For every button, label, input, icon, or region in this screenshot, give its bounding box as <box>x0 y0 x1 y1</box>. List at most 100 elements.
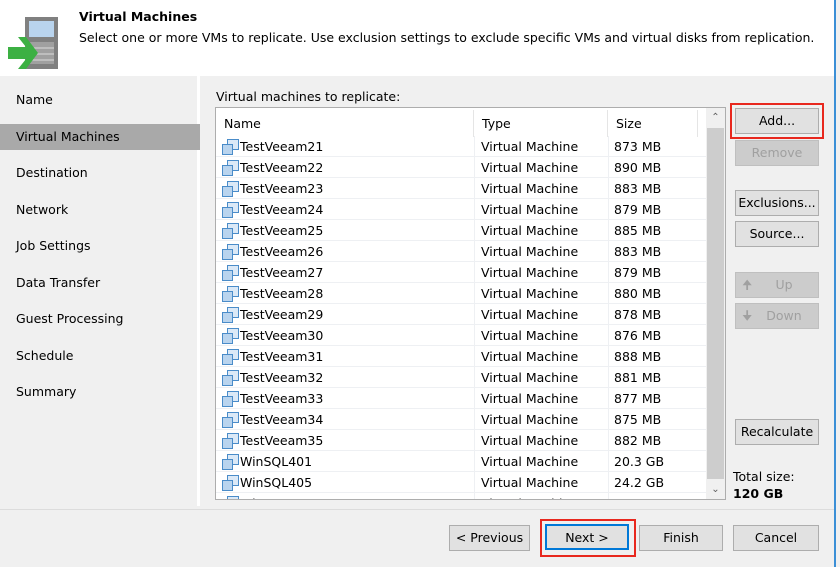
column-divider <box>608 178 609 198</box>
step-data-transfer[interactable]: Data Transfer <box>0 270 200 296</box>
vm-type: Virtual Machine <box>481 139 579 154</box>
column-divider <box>474 325 475 345</box>
column-divider <box>608 367 609 387</box>
column-divider <box>474 388 475 408</box>
vm-name-text: TestVeeam29 <box>240 307 324 322</box>
down-label: Down <box>766 308 802 323</box>
vm-icon <box>222 475 239 491</box>
column-divider <box>474 430 475 450</box>
column-divider <box>474 493 475 499</box>
vm-type: Virtual Machine <box>481 181 579 196</box>
vm-row[interactable]: TestVeeam26 Virtual Machine 883 MB <box>216 241 706 262</box>
vm-size: 883 MB <box>614 244 662 259</box>
vm-type: Virtual Machine <box>481 328 579 343</box>
column-divider <box>474 241 475 261</box>
step-summary[interactable]: Summary <box>0 379 200 405</box>
up-label: Up <box>775 277 793 292</box>
step-network[interactable]: Network <box>0 197 200 223</box>
vertical-scrollbar[interactable]: ⌃ ⌄ <box>706 108 725 499</box>
down-button[interactable]: 🠋 Down <box>735 303 819 329</box>
column-divider <box>608 472 609 492</box>
vm-row[interactable]: TestVeeam23 Virtual Machine 883 MB <box>216 178 706 199</box>
vm-row[interactable]: TestVeeam29 Virtual Machine 878 MB <box>216 304 706 325</box>
vm-rows: TestVeeam21 Virtual Machine 873 MB TestVeea… <box>216 136 706 499</box>
vm-size: 879 MB <box>614 265 662 280</box>
vm-name-text: TestVeeam21 <box>240 139 324 154</box>
scroll-up-icon[interactable]: ⌃ <box>706 109 725 127</box>
step-destination[interactable]: Destination <box>0 160 200 186</box>
vm-name: TestVeeam22 <box>222 157 323 178</box>
vm-name-text: WinSQL405 <box>240 475 313 490</box>
source-button[interactable]: Source... <box>735 221 819 247</box>
column-header-name[interactable]: Name <box>216 110 474 137</box>
vm-size: 880 MB <box>614 286 662 301</box>
recalculate-button[interactable]: Recalculate <box>735 419 819 445</box>
step-schedule[interactable]: Schedule <box>0 343 200 369</box>
vm-name: WinSQL405 <box>222 472 312 493</box>
vm-type: Virtual Machine <box>481 286 579 301</box>
scroll-down-icon[interactable]: ⌄ <box>706 481 725 499</box>
column-divider <box>608 493 609 499</box>
add-highlight <box>730 103 824 139</box>
exclusions-button[interactable]: Exclusions... <box>735 190 819 216</box>
vm-name-text: TestVeeam34 <box>240 412 324 427</box>
vm-name-text: TestVeeam23 <box>240 181 324 196</box>
scrollbar-thumb[interactable] <box>707 128 724 479</box>
step-virtual-machines[interactable]: Virtual Machines <box>0 124 200 150</box>
column-divider <box>474 409 475 429</box>
vm-type: Virtual Machine <box>481 412 579 427</box>
vm-row[interactable]: TestVeeam21 Virtual Machine 873 MB <box>216 136 706 157</box>
remove-button[interactable]: Remove <box>735 140 819 166</box>
column-divider <box>608 430 609 450</box>
step-job-settings[interactable]: Job Settings <box>0 233 200 259</box>
vm-row[interactable]: TestVeeam24 Virtual Machine 879 MB <box>216 199 706 220</box>
finish-button[interactable]: Finish <box>639 525 723 551</box>
vm-row[interactable]: TestVeeam34 Virtual Machine 875 MB <box>216 409 706 430</box>
vm-row[interactable]: TestVeeam33 Virtual Machine 877 MB <box>216 388 706 409</box>
vm-size: 20.3 GB <box>614 454 665 469</box>
vm-row[interactable]: TestVeeam35 Virtual Machine 882 MB <box>216 430 706 451</box>
vm-name: WinSQL401 <box>222 451 312 472</box>
column-divider <box>474 472 475 492</box>
vm-type: Virtual Machine <box>481 454 579 469</box>
vm-name-text: WinSQL404 <box>240 496 312 499</box>
column-header-size[interactable]: Size <box>608 110 698 137</box>
vm-list[interactable]: Name Type Size TestVeeam21 Virtual Machin… <box>215 107 726 500</box>
page-title: Virtual Machines <box>79 9 198 24</box>
cancel-button[interactable]: Cancel <box>733 525 819 551</box>
vm-row[interactable]: TestVeeam32 Virtual Machine 881 MB <box>216 367 706 388</box>
column-divider <box>608 325 609 345</box>
vm-size: 890 MB <box>614 160 662 175</box>
column-divider <box>608 283 609 303</box>
vm-row[interactable]: TestVeeam30 Virtual Machine 876 MB <box>216 325 706 346</box>
vm-row[interactable]: TestVeeam25 Virtual Machine 885 MB <box>216 220 706 241</box>
vm-row[interactable]: TestVeeam22 Virtual Machine 890 MB <box>216 157 706 178</box>
column-divider <box>474 283 475 303</box>
column-divider <box>608 346 609 366</box>
up-button[interactable]: 🠉 Up <box>735 272 819 298</box>
vm-size: 877 MB <box>614 391 662 406</box>
vm-name-text: TestVeeam30 <box>240 328 324 343</box>
vm-row[interactable]: WinSQL405 Virtual Machine 24.2 GB <box>216 472 706 493</box>
vm-name: TestVeeam34 <box>222 409 323 430</box>
vm-icon <box>222 244 239 260</box>
vm-row[interactable]: TestVeeam28 Virtual Machine 880 MB <box>216 283 706 304</box>
vm-size: 23.4 GB <box>614 493 664 499</box>
vm-name: TestVeeam28 <box>222 283 323 304</box>
column-header-type[interactable]: Type <box>474 110 608 137</box>
step-guest-processing[interactable]: Guest Processing <box>0 306 200 332</box>
vm-row[interactable]: TestVeeam31 Virtual Machine 888 MB <box>216 346 706 367</box>
step-name[interactable]: Name <box>0 87 200 113</box>
vm-icon <box>222 433 239 449</box>
vm-row[interactable]: TestVeeam27 Virtual Machine 879 MB <box>216 262 706 283</box>
vm-row[interactable]: WinSQL401 Virtual Machine 20.3 GB <box>216 451 706 472</box>
column-divider <box>474 367 475 387</box>
vm-name: TestVeeam32 <box>222 367 323 388</box>
next-highlight <box>540 519 636 557</box>
vm-name: TestVeeam33 <box>222 388 323 409</box>
vm-icon <box>222 202 239 218</box>
vm-name-text: TestVeeam24 <box>240 202 324 217</box>
previous-button[interactable]: < Previous <box>449 525 530 551</box>
vm-name-text: TestVeeam26 <box>240 244 324 259</box>
vm-row[interactable]: WinSQL404 Virtual Machine 23.4 GB <box>216 493 706 499</box>
